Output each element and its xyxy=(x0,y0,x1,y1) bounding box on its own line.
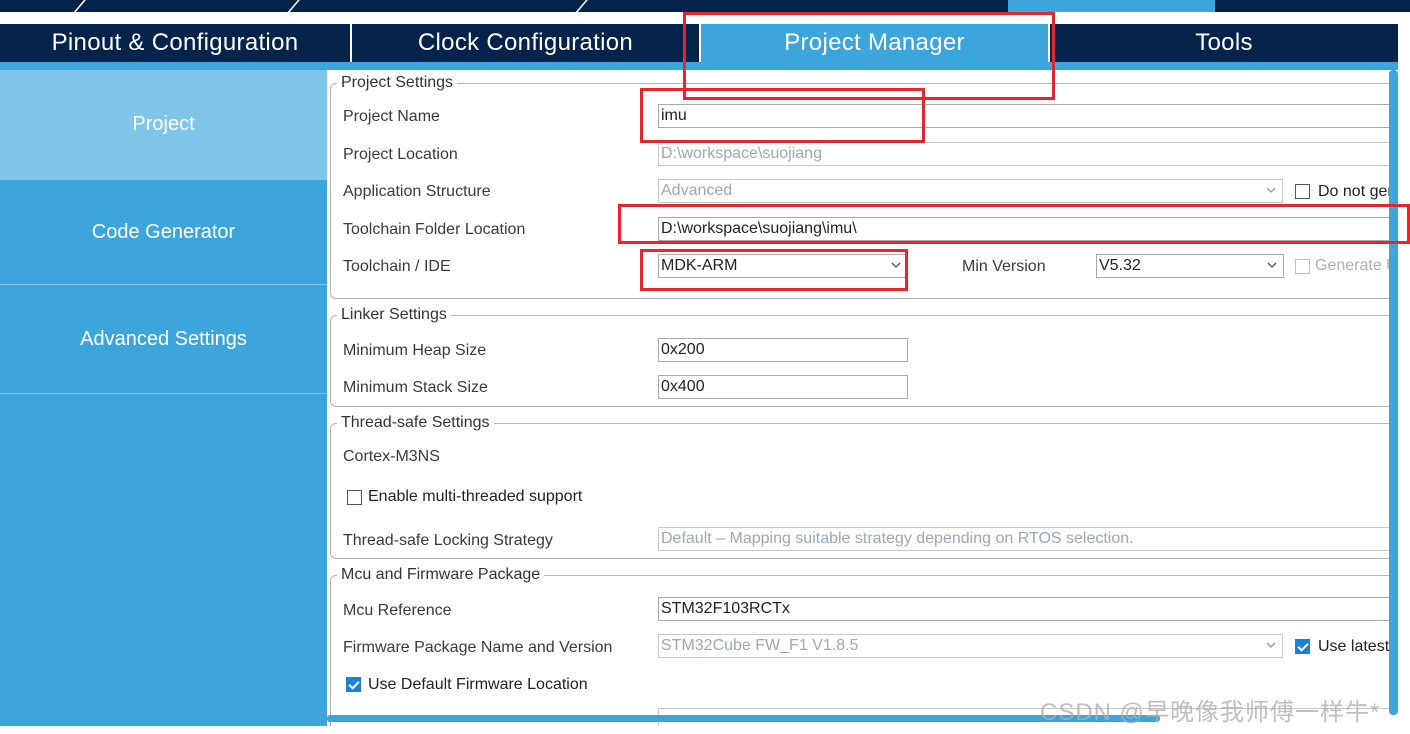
tab-project-manager[interactable]: Project Manager xyxy=(701,24,1050,62)
toolchain-ide-value: MDK-ARM xyxy=(661,257,738,274)
mcu-reference-label: Mcu Reference xyxy=(343,602,452,619)
sidebar-item-code-generator[interactable]: Code Generator xyxy=(0,180,327,285)
multi-threaded-checkbox[interactable] xyxy=(347,490,362,505)
minimum-stack-size-label: Minimum Stack Size xyxy=(343,379,488,396)
tab-pinout-configuration[interactable]: Pinout & Configuration xyxy=(0,24,352,62)
mcu-reference-input[interactable]: STM32F103RCTx xyxy=(658,597,1389,621)
toolchain-ide-label: Toolchain / IDE xyxy=(343,258,451,275)
watermark: CSDN @早晚像我师傅一样牛* xyxy=(1040,699,1381,726)
toolchain-folder-label: Toolchain Folder Location xyxy=(343,221,526,238)
minimum-heap-size-label: Minimum Heap Size xyxy=(343,342,487,359)
breadcrumb-active-step[interactable] xyxy=(1008,0,1215,12)
min-version-label: Min Version xyxy=(962,258,1046,275)
application-structure-value: Advanced xyxy=(661,182,733,199)
use-default-location-checkbox[interactable] xyxy=(346,677,361,692)
do-not-generate-label: Do not ger xyxy=(1318,183,1389,200)
group-title: Thread-safe Settings xyxy=(337,414,494,432)
core-name-label: Cortex-M3NS xyxy=(343,448,440,465)
breadcrumb-separator xyxy=(284,0,302,12)
breadcrumb-separator xyxy=(572,0,590,12)
tab-clock-configuration[interactable]: Clock Configuration xyxy=(352,24,701,62)
group-title: Linker Settings xyxy=(337,306,451,324)
minimum-heap-size-input[interactable]: 0x200 xyxy=(658,338,908,362)
project-location-input[interactable]: D:\workspace\suojiang xyxy=(658,142,1389,166)
generate-under-root-checkbox[interactable] xyxy=(1295,259,1310,274)
chevron-down-icon xyxy=(891,262,901,268)
sidebar-item-project[interactable]: Project xyxy=(0,70,327,180)
project-name-input[interactable]: imu xyxy=(658,104,1389,128)
do-not-generate-checkbox[interactable] xyxy=(1295,184,1310,199)
chevron-down-icon xyxy=(1266,642,1276,648)
min-version-value: V5.32 xyxy=(1099,257,1141,274)
breadcrumb-separator xyxy=(70,0,88,12)
group-title: Project Settings xyxy=(337,74,458,92)
locking-strategy-field[interactable]: Default – Mapping suitable strategy depe… xyxy=(658,527,1389,551)
use-default-location-label: Use Default Firmware Location xyxy=(368,676,588,693)
minimum-stack-size-input[interactable]: 0x400 xyxy=(658,375,908,399)
toolchain-ide-select[interactable]: MDK-ARM xyxy=(658,254,908,278)
tabs-underline xyxy=(0,62,1398,70)
application-structure-label: Application Structure xyxy=(343,183,491,200)
project-location-label: Project Location xyxy=(343,146,458,163)
sidebar-item-advanced-settings[interactable]: Advanced Settings xyxy=(0,285,327,394)
group-title: Mcu and Firmware Package xyxy=(337,566,545,584)
application-structure-select[interactable]: Advanced xyxy=(658,179,1283,203)
sidebar: Project Code Generator Advanced Settings xyxy=(0,70,327,726)
use-latest-checkbox[interactable] xyxy=(1295,639,1310,654)
firmware-package-label: Firmware Package Name and Version xyxy=(343,639,613,656)
horizontal-scrollbar[interactable] xyxy=(327,715,1160,722)
project-panel: Project Settings Project Name imu Projec… xyxy=(327,70,1389,726)
tab-tools[interactable]: Tools xyxy=(1050,24,1398,62)
thread-safe-settings-group: Thread-safe Settings Cortex-M3NS Enable … xyxy=(330,414,1389,559)
multi-threaded-label: Enable multi-threaded support xyxy=(368,488,583,505)
min-version-select[interactable]: V5.32 xyxy=(1096,254,1284,278)
linker-settings-group: Linker Settings Minimum Heap Size 0x200 … xyxy=(330,306,1389,407)
vertical-scrollbar[interactable] xyxy=(1389,70,1398,715)
project-settings-group: Project Settings Project Name imu Projec… xyxy=(330,74,1389,299)
generate-under-root-label: Generate U xyxy=(1315,257,1389,274)
chevron-down-icon xyxy=(1266,187,1276,193)
main-tabs: Pinout & Configuration Clock Configurati… xyxy=(0,24,1398,62)
use-latest-label: Use latest xyxy=(1318,638,1389,655)
project-name-label: Project Name xyxy=(343,108,440,125)
firmware-package-value: STM32Cube FW_F1 V1.8.5 xyxy=(661,637,859,654)
chevron-down-icon xyxy=(1267,262,1277,268)
firmware-package-select[interactable]: STM32Cube FW_F1 V1.8.5 xyxy=(658,634,1283,658)
toolchain-folder-input[interactable]: D:\workspace\suojiang\imu\ xyxy=(658,217,1389,241)
locking-strategy-label: Thread-safe Locking Strategy xyxy=(343,532,553,549)
breadcrumb-bar xyxy=(0,0,1410,12)
